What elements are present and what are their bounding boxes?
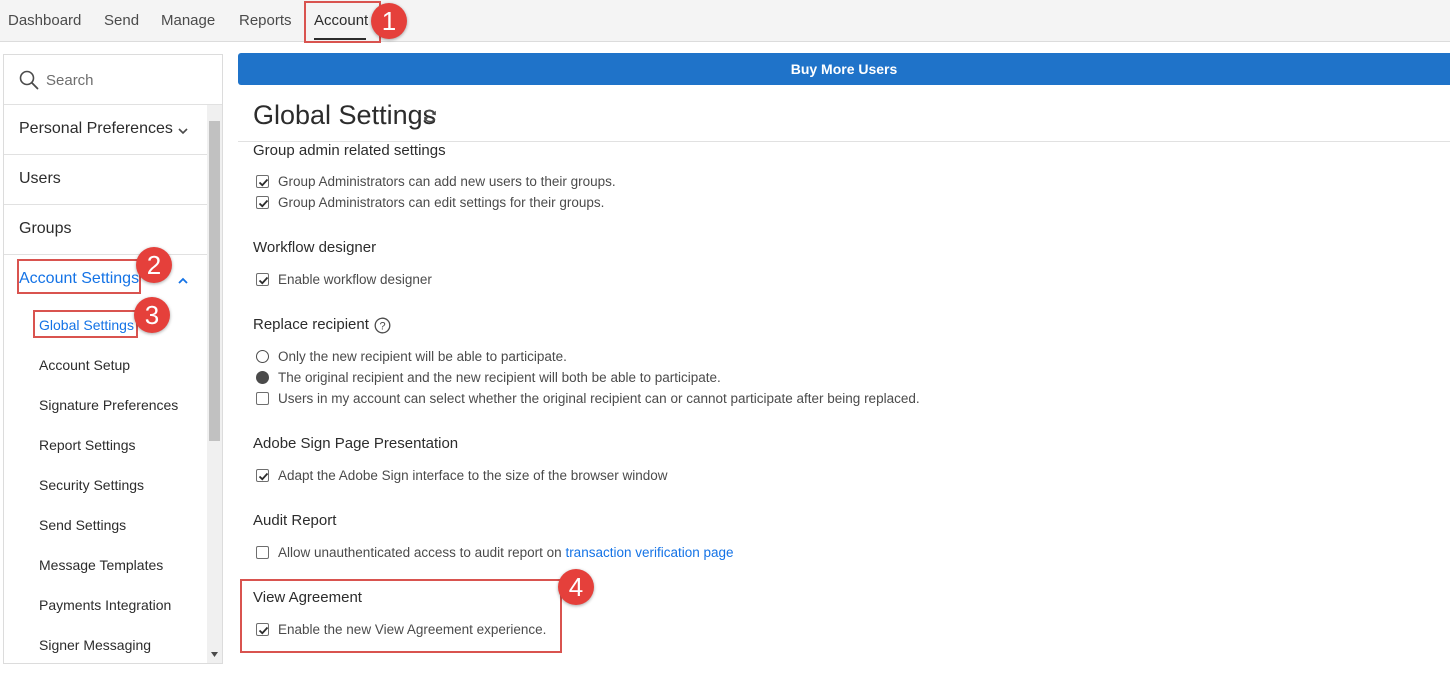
help-icon[interactable]: ?: [374, 317, 391, 334]
sidebar-item-users[interactable]: Users: [4, 155, 207, 205]
tab-account[interactable]: Account: [314, 12, 368, 29]
checkbox-checked[interactable]: [256, 196, 269, 209]
option-label: Group Administrators can edit settings f…: [278, 195, 605, 210]
option-label: Only the new recipient will be able to p…: [278, 349, 567, 364]
svg-text:?: ?: [379, 321, 385, 333]
checkbox-unchecked[interactable]: [256, 392, 269, 405]
checkmark-icon: [258, 178, 269, 187]
sidebar-item-groups[interactable]: Groups: [4, 205, 207, 255]
sidebar-subitem-message-templates[interactable]: Message Templates: [39, 557, 163, 573]
option-label: The original recipient and the new recip…: [278, 370, 721, 385]
sidebar-subitem-signature-preferences[interactable]: Signature Preferences: [39, 397, 178, 413]
tab-send[interactable]: Send: [104, 12, 139, 29]
checkmark-icon: [258, 626, 269, 635]
option-label: Enable the new View Agreement experience…: [278, 622, 547, 637]
search-box[interactable]: Search: [4, 55, 222, 105]
radio-unselected[interactable]: [256, 350, 269, 363]
transaction-verification-link[interactable]: transaction verification page: [565, 545, 733, 560]
sidebar-subitem-account-setup[interactable]: Account Setup: [39, 357, 130, 373]
option-label-text: Allow unauthenticated access to audit re…: [278, 545, 566, 560]
option-label: Group Administrators can add new users t…: [278, 174, 616, 189]
option-label: Allow unauthenticated access to audit re…: [278, 545, 734, 560]
sidebar-subitem-security-settings[interactable]: Security Settings: [39, 477, 144, 493]
tab-dashboard[interactable]: Dashboard: [8, 12, 81, 29]
buy-more-users-button[interactable]: Buy More Users: [238, 53, 1450, 85]
sidebar-subitem-send-settings[interactable]: Send Settings: [39, 517, 126, 533]
option-label: Users in my account can select whether t…: [278, 391, 920, 406]
chevron-up-icon[interactable]: [177, 275, 189, 287]
sidebar-item-personal-preferences[interactable]: Personal Preferences: [4, 105, 207, 155]
sidebar-subitem-signer-messaging[interactable]: Signer Messaging: [39, 637, 151, 653]
section-heading-view-agreement: View Agreement: [253, 589, 362, 606]
annotation-badge-4: 4: [558, 569, 594, 605]
checkmark-icon: [258, 199, 269, 208]
section-heading-group-admin: Group admin related settings: [253, 142, 446, 159]
page-title: Global Settings: [253, 100, 437, 130]
chevron-down-icon[interactable]: [177, 125, 189, 137]
refresh-icon[interactable]: [422, 108, 438, 124]
option-label: Adapt the Adobe Sign interface to the si…: [278, 468, 668, 483]
sidebar-item-account-settings[interactable]: Account Settings: [4, 255, 207, 305]
tab-manage[interactable]: Manage: [161, 12, 215, 29]
checkbox-checked[interactable]: [256, 175, 269, 188]
sidebar-subitem-payments-integration[interactable]: Payments Integration: [39, 597, 171, 613]
checkmark-icon: [258, 276, 269, 285]
sidebar-subitem-report-settings[interactable]: Report Settings: [39, 437, 136, 453]
option-label: Enable workflow designer: [278, 272, 432, 287]
search-icon: [19, 70, 39, 90]
annotation-badge-2: 2: [136, 247, 172, 283]
checkbox-unchecked[interactable]: [256, 546, 269, 559]
section-heading-audit-report: Audit Report: [253, 512, 337, 529]
sidebar-item-label: Groups: [19, 220, 72, 237]
search-input[interactable]: Search: [46, 72, 94, 89]
sidebar-item-label: Personal Preferences: [19, 120, 173, 137]
sidebar-subitem-global-settings[interactable]: Global Settings: [39, 317, 134, 333]
checkbox-checked[interactable]: [256, 469, 269, 482]
checkbox-checked[interactable]: [256, 623, 269, 636]
sidebar-scroll-thumb[interactable]: [209, 121, 220, 441]
section-heading-page-presentation: Adobe Sign Page Presentation: [253, 435, 459, 452]
top-nav: Dashboard Send Manage Reports Account: [0, 0, 1450, 42]
section-heading-workflow-designer: Workflow designer: [253, 239, 377, 256]
radio-selected[interactable]: [256, 371, 269, 384]
checkbox-checked[interactable]: [256, 273, 269, 286]
active-tab-indicator: [314, 38, 366, 40]
sidebar-item-label: Users: [19, 170, 61, 187]
scroll-down-icon[interactable]: [210, 650, 219, 659]
sidebar-item-label: Account Settings: [19, 270, 140, 287]
section-heading-replace-recipient: Replace recipient: [253, 316, 369, 333]
settings-sidebar: Search Personal Preferences Users Groups…: [3, 54, 223, 664]
checkmark-icon: [258, 472, 269, 481]
annotation-badge-1: 1: [371, 3, 407, 39]
tab-reports[interactable]: Reports: [239, 12, 292, 29]
annotation-badge-3: 3: [134, 297, 170, 333]
